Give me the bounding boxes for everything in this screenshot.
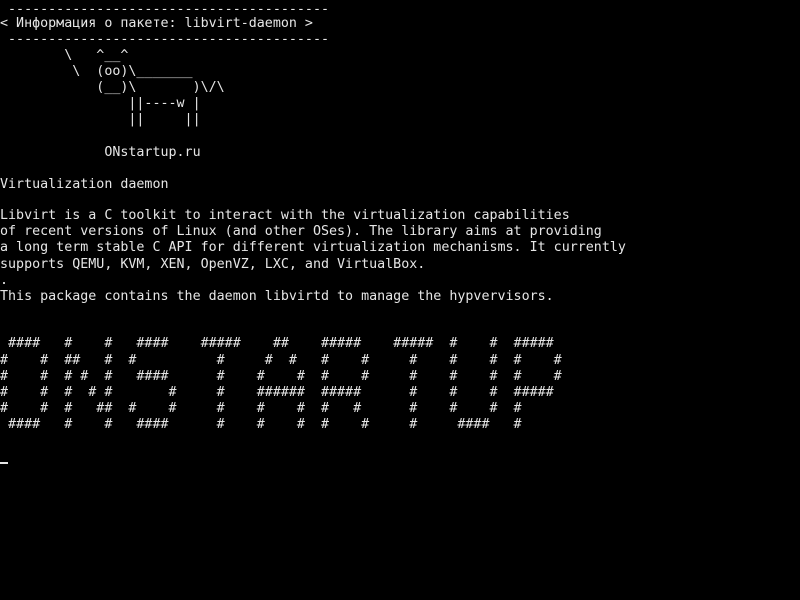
cow-ascii-line: \ ^__^ xyxy=(0,48,129,63)
banner-line: #### # # #### # # # # # # #### # xyxy=(0,417,522,432)
cowsay-border-bottom: ---------------------------------------- xyxy=(0,32,329,47)
banner-line: # # # ## # # # # # # # # # # # xyxy=(0,401,522,416)
cow-ascii-line: ||----w | xyxy=(0,96,201,111)
banner-line: # # ## # # # # # # # # # # # # xyxy=(0,353,562,368)
description-line: This package contains the daemon libvirt… xyxy=(0,289,554,304)
cow-ascii-line: || || xyxy=(0,112,201,127)
cowsay-message: < Информация о пакете: libvirt-daemon > xyxy=(0,16,313,31)
description-line: of recent versions of Linux (and other O… xyxy=(0,224,602,239)
description-line: supports QEMU, KVM, XEN, OpenVZ, LXC, an… xyxy=(0,257,426,272)
description-line: Libvirt is a C toolkit to interact with … xyxy=(0,208,570,223)
description-line: a long term stable C API for different v… xyxy=(0,240,626,255)
banner-line: # # # # # # # ###### ##### # # # ##### xyxy=(0,385,554,400)
text-cursor xyxy=(0,462,8,464)
terminal-screen[interactable]: ----------------------------------------… xyxy=(0,0,800,600)
banner-line: #### # # #### ##### ## ##### ##### # # #… xyxy=(0,336,554,351)
description-line: . xyxy=(0,273,9,288)
banner-line: # # # # # #### # # # # # # # # # # xyxy=(0,369,562,384)
cow-ascii-line: \ (oo)\_______ xyxy=(0,64,193,79)
cow-ascii-line: (__)\ )\/\ xyxy=(0,80,225,95)
site-name: ONstartup.ru xyxy=(0,145,201,160)
package-summary: Virtualization daemon xyxy=(0,177,169,192)
